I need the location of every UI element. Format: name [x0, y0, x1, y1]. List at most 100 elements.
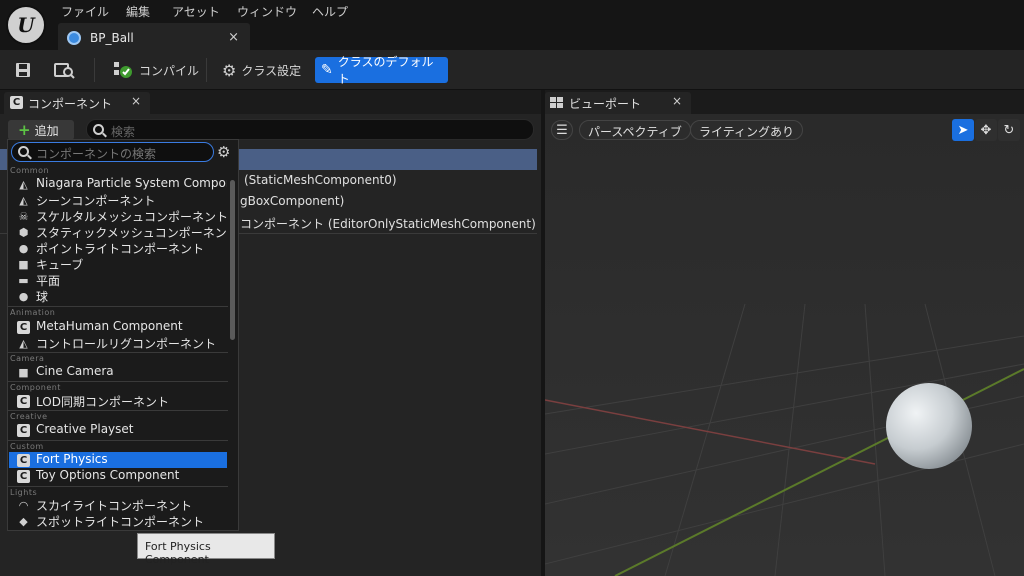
list-item-creative-playset[interactable]: C Creative Playset: [9, 422, 227, 438]
component-class-icon: C: [17, 395, 30, 408]
viewport-tab-title: ビューポート: [569, 97, 642, 111]
spot-light-icon: ◆: [19, 515, 28, 528]
browse-folder-icon: [54, 63, 75, 79]
class-settings-button[interactable]: ⚙ クラス設定: [216, 57, 307, 83]
list-item-control-rig[interactable]: ◭ コントロールリグコンポーネント: [9, 335, 227, 351]
close-icon[interactable]: ×: [672, 94, 682, 108]
gear-icon: ⚙: [222, 60, 237, 80]
search-icon: [18, 146, 29, 157]
category-creative: Creative: [10, 412, 48, 421]
component-class-icon: C: [17, 454, 30, 467]
components-search-input[interactable]: 検索: [86, 119, 534, 140]
list-item-cine-camera[interactable]: ■ Cine Camera: [9, 364, 227, 380]
tooltip: Fort Physics Component: [137, 533, 275, 566]
list-item-skeletal-mesh[interactable]: ☠ スケルタルメッシュコンポーネント: [9, 208, 227, 224]
close-icon[interactable]: ×: [131, 94, 141, 108]
list-item-scene[interactable]: ◭ シーンコンポーネント: [9, 192, 227, 208]
menu-window[interactable]: ウィンドウ: [237, 3, 297, 20]
cube-icon: ■: [18, 258, 29, 271]
divider: [8, 381, 228, 382]
viewport-menu-button[interactable]: ☰: [551, 120, 573, 140]
viewport-grid-icon: [550, 97, 563, 108]
list-item-niagara[interactable]: ◭Niagara Particle System Component: [9, 176, 227, 192]
class-defaults-button[interactable]: ✎ クラスのデフォルト: [315, 55, 448, 86]
mesh-icon: ◭: [19, 178, 28, 191]
close-icon[interactable]: ×: [228, 30, 239, 45]
compile-button[interactable]: コンパイル: [106, 57, 205, 83]
list-item-lod-sync[interactable]: C LOD同期コンポーネント: [9, 393, 227, 409]
toolbar-separator: [206, 58, 207, 82]
sky-light-icon: ◠: [18, 499, 29, 512]
plus-icon: +: [18, 121, 31, 139]
mesh-icon: ◭: [19, 194, 28, 207]
component-search-input[interactable]: コンポーネントの検索: [11, 142, 214, 162]
perspective-button[interactable]: パースペクティブ: [579, 120, 691, 140]
components-tab-title: コンポーネント: [28, 97, 113, 111]
compile-check-icon: [114, 62, 132, 78]
scrollbar[interactable]: [230, 180, 235, 340]
lighting-mode-button[interactable]: ライティングあり: [690, 120, 804, 140]
gear-icon[interactable]: ⚙: [217, 143, 230, 161]
divider: [8, 352, 228, 353]
blueprint-icon: [67, 31, 81, 45]
browse-asset-button[interactable]: [47, 57, 81, 83]
divider: [8, 306, 228, 307]
menu-bar: U ファイル 編集 アセット ウィンドウ ヘルプ: [0, 0, 1024, 45]
menu-edit[interactable]: 編集: [126, 3, 150, 20]
category-custom: Custom: [10, 442, 44, 451]
list-item-spot-light[interactable]: ◆ スポットライトコンポーネント: [9, 513, 227, 529]
class-settings-label: クラス設定: [241, 63, 302, 78]
components-tab[interactable]: C コンポーネント ×: [4, 92, 150, 114]
category-component: Component: [10, 383, 61, 392]
divider: [8, 486, 228, 487]
list-item-fort-physics[interactable]: C Fort Physics: [9, 452, 227, 468]
viewport-scene[interactable]: ☰ パースペクティブ ライティングあり ➤ ✥ ↻: [545, 114, 1024, 576]
search-placeholder: コンポーネントの検索: [36, 147, 157, 161]
list-item-toy-options[interactable]: C Toy Options Component: [9, 468, 227, 484]
divider: [8, 410, 228, 411]
component-class-icon: C: [17, 470, 30, 483]
add-component-menu: コンポーネントの検索 ⚙ Common ◭ Niagara Particle Sy…: [7, 139, 239, 531]
select-tool-icon[interactable]: ➤: [952, 119, 974, 141]
unreal-logo-icon[interactable]: U: [6, 5, 46, 45]
rotate-tool-icon[interactable]: ↻: [998, 119, 1020, 141]
camera-icon: ■: [18, 366, 29, 379]
move-tool-icon[interactable]: ✥: [975, 119, 997, 141]
static-mesh-icon: ⬢: [18, 226, 29, 239]
sphere-mesh: [886, 383, 972, 469]
menu-file[interactable]: ファイル: [61, 3, 109, 20]
list-item-point-light[interactable]: ● ポイントライトコンポーネント: [9, 240, 227, 256]
divider: [8, 440, 228, 441]
skeleton-icon: ☠: [18, 210, 29, 223]
mesh-icon: ◭: [19, 337, 28, 350]
menu-asset[interactable]: アセット: [172, 3, 220, 20]
class-defaults-label: クラスのデフォルト: [337, 55, 434, 86]
list-item-cube[interactable]: ■ キューブ: [9, 256, 227, 272]
list-item-sky-light[interactable]: ◠ スカイライトコンポーネント: [9, 497, 227, 513]
category-lights: Lights: [10, 488, 38, 497]
search-placeholder: 検索: [111, 125, 136, 139]
sphere-icon: ●: [18, 290, 29, 303]
add-component-button[interactable]: + 追加: [8, 120, 74, 140]
list-item-sphere[interactable]: ● 球: [9, 288, 227, 304]
add-label: 追加: [34, 123, 59, 138]
plane-icon: ▬: [18, 274, 29, 287]
document-tab-bp-ball[interactable]: BP_Ball ×: [58, 23, 250, 50]
list-item-metahuman[interactable]: C MetaHuman Component: [9, 319, 227, 335]
component-class-icon: C: [10, 96, 23, 109]
menu-help[interactable]: ヘルプ: [312, 3, 348, 20]
toolbar: コンパイル ⚙ クラス設定 ✎ クラスのデフォルト: [0, 50, 1024, 90]
light-bulb-icon: ●: [18, 242, 29, 255]
compile-label: コンパイル: [139, 63, 200, 78]
save-button[interactable]: [8, 57, 38, 83]
viewport-tab[interactable]: ビューポート ×: [545, 92, 691, 114]
document-tab-title: BP_Ball: [90, 31, 134, 45]
component-class-icon: C: [17, 321, 30, 334]
list-item-static-mesh[interactable]: ⬢ スタティックメッシュコンポーネント: [9, 224, 227, 240]
list-item-plane[interactable]: ▬ 平面: [9, 272, 227, 288]
search-icon: [93, 124, 104, 135]
save-icon: [16, 63, 30, 77]
viewport-panel: ビューポート × ☰ パースペクティブ ライティングあり ➤ ✥ ↻: [545, 90, 1024, 576]
viewport-render: [545, 114, 1024, 576]
component-class-icon: C: [17, 424, 30, 437]
